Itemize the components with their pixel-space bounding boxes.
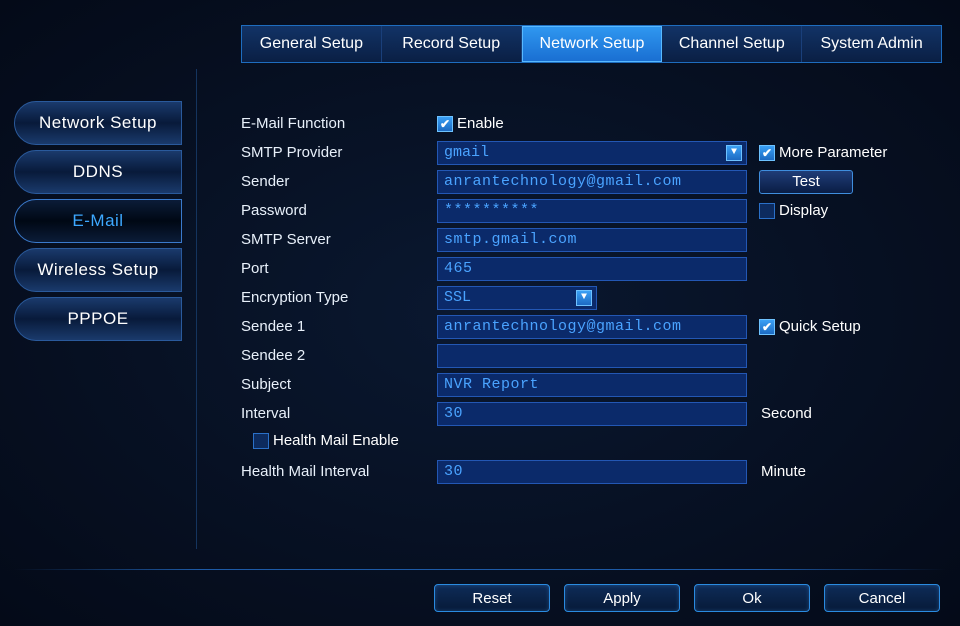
label-smtp-server: SMTP Server (241, 231, 437, 248)
label-subject: Subject (241, 376, 437, 393)
unit-second: Second (761, 405, 812, 422)
label-health-mail-enable: Health Mail Enable (241, 432, 399, 453)
label-sendee2: Sendee 2 (241, 347, 437, 364)
input-smtp-server[interactable] (437, 228, 747, 252)
chevron-down-icon: ▼ (726, 145, 742, 161)
tab-record-setup[interactable]: Record Setup (382, 26, 522, 62)
email-settings-panel: E-Mail Function Enable SMTP Provider gma… (196, 69, 946, 549)
input-port[interactable] (437, 257, 747, 281)
checkbox-more-parameter[interactable]: More Parameter (759, 144, 887, 161)
label-interval: Interval (241, 405, 437, 422)
checkbox-enable-email[interactable]: Enable (437, 115, 504, 132)
chevron-down-icon: ▼ (576, 290, 592, 306)
checkbox-health-mail-enable[interactable]: Health Mail Enable (253, 432, 399, 449)
select-smtp-provider[interactable]: gmail ▼ (437, 141, 747, 165)
checkbox-display-label: Display (779, 202, 828, 219)
label-email-function: E-Mail Function (241, 115, 437, 132)
input-subject[interactable] (437, 373, 747, 397)
input-sendee1[interactable] (437, 315, 747, 339)
checkbox-enable-label: Enable (457, 115, 504, 132)
input-sendee2[interactable] (437, 344, 747, 368)
check-icon (759, 319, 775, 335)
label-sendee1: Sendee 1 (241, 318, 437, 335)
label-health-mail-interval: Health Mail Interval (241, 463, 437, 480)
top-tabs: General Setup Record Setup Network Setup… (241, 25, 942, 63)
label-port: Port (241, 260, 437, 277)
checkbox-quick-setup[interactable]: Quick Setup (759, 318, 861, 335)
checkbox-icon (759, 203, 775, 219)
sidebar-item-wireless-setup[interactable]: Wireless Setup (14, 248, 182, 292)
sidebar-item-email[interactable]: E-Mail (14, 199, 182, 243)
sidebar-item-pppoe[interactable]: PPPOE (14, 297, 182, 341)
test-button[interactable]: Test (759, 170, 853, 194)
label-sender: Sender (241, 173, 437, 190)
sidebar-item-ddns[interactable]: DDNS (14, 150, 182, 194)
tab-channel-setup[interactable]: Channel Setup (662, 26, 802, 62)
checkbox-display-password[interactable]: Display (759, 202, 828, 219)
checkbox-more-parameter-label: More Parameter (779, 144, 887, 161)
check-icon (759, 145, 775, 161)
footer-buttons: Reset Apply Ok Cancel (434, 584, 940, 612)
sidebar: Network Setup DDNS E-Mail Wireless Setup… (14, 69, 196, 549)
label-password: Password (241, 202, 437, 219)
check-icon (437, 116, 453, 132)
tab-system-admin[interactable]: System Admin (802, 26, 941, 62)
input-health-mail-interval[interactable] (437, 460, 747, 484)
select-smtp-provider-value: gmail (444, 144, 489, 161)
input-sender[interactable] (437, 170, 747, 194)
divider (14, 569, 946, 570)
apply-button[interactable]: Apply (564, 584, 680, 612)
checkbox-quick-setup-label: Quick Setup (779, 318, 861, 335)
input-password[interactable] (437, 199, 747, 223)
checkbox-health-enable-label: Health Mail Enable (273, 432, 399, 449)
input-interval[interactable] (437, 402, 747, 426)
checkbox-icon (253, 433, 269, 449)
label-encryption-type: Encryption Type (241, 289, 437, 306)
sidebar-item-network-setup[interactable]: Network Setup (14, 101, 182, 145)
tab-general-setup[interactable]: General Setup (242, 26, 382, 62)
label-smtp-provider: SMTP Provider (241, 144, 437, 161)
unit-minute: Minute (761, 463, 806, 480)
cancel-button[interactable]: Cancel (824, 584, 940, 612)
ok-button[interactable]: Ok (694, 584, 810, 612)
tab-network-setup[interactable]: Network Setup (522, 26, 663, 62)
select-encryption-value: SSL (444, 289, 471, 306)
select-encryption-type[interactable]: SSL ▼ (437, 286, 597, 310)
reset-button[interactable]: Reset (434, 584, 550, 612)
